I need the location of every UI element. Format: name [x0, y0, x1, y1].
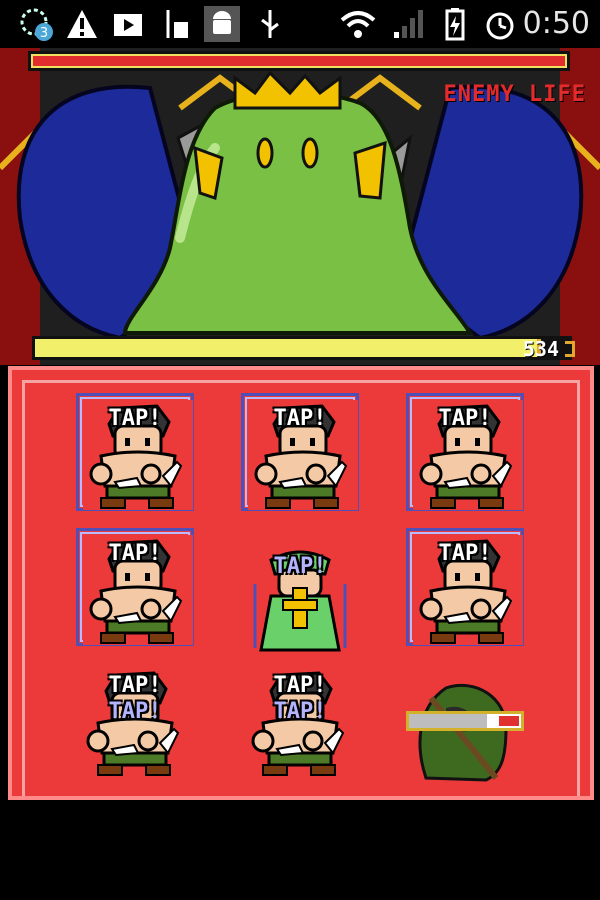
fighter-unit-tile[interactable]: TAP!	[406, 528, 524, 646]
clock-time: 0:50	[522, 6, 590, 41]
tap-prompt-label: TAP!	[108, 673, 162, 698]
android-icon	[204, 6, 240, 42]
tap-prompt-label: TAP!	[108, 541, 162, 566]
player-hp-value: 534	[522, 337, 559, 361]
fighter-unit-tile[interactable]: TAP!	[76, 393, 194, 511]
tap-prompt-label: TAP!	[273, 699, 327, 724]
enemy-life-label: ENEMY LIFE	[443, 82, 586, 107]
tap-prompt-label: TAP!	[273, 554, 327, 579]
fighter-unit-tile[interactable]: TAP! TAP!	[241, 663, 359, 781]
tap-prompt-label: TAP!	[108, 406, 162, 431]
enemy-life-fill	[33, 56, 565, 66]
tap-prompt-label: TAP!	[273, 673, 327, 698]
usb-debug-icon	[156, 6, 192, 42]
tap-prompt-label: TAP!	[438, 541, 492, 566]
status-bar: 3 0:50	[0, 0, 600, 48]
player-hp-bar: 534	[32, 336, 575, 361]
tap-prompt-label: TAP!	[273, 406, 327, 431]
cooldown-timer-bar	[406, 711, 524, 731]
player-hp-fill	[35, 339, 541, 357]
sync-notification-icon: 3	[18, 6, 54, 42]
cooldown-timer-end	[499, 716, 519, 726]
fighter-unit-tile[interactable]: TAP!	[76, 528, 194, 646]
fighter-unit-tile[interactable]: TAP! TAP!	[76, 663, 194, 781]
healer-unit-tile[interactable]: TAP!	[241, 540, 359, 658]
tap-prompt-label: TAP!	[108, 699, 162, 724]
svg-text:3: 3	[40, 26, 48, 41]
battery-icon	[436, 6, 472, 42]
cooldown-timer-fill	[409, 714, 488, 728]
bottom-blank-area	[0, 800, 600, 900]
usb-icon	[252, 6, 288, 42]
signal-icon	[390, 6, 426, 42]
media-play-icon	[110, 6, 146, 42]
player-hp-bar-cap	[565, 341, 575, 357]
fighter-unit-tile[interactable]: TAP!	[406, 393, 524, 511]
boss-scene: ENEMY LIFE	[0, 48, 600, 365]
warning-icon	[64, 6, 100, 42]
tap-prompt-label: TAP!	[438, 406, 492, 431]
wifi-icon	[340, 6, 376, 42]
enemy-life-bar	[28, 51, 570, 71]
fighter-unit-tile[interactable]: TAP!	[241, 393, 359, 511]
alarm-icon	[482, 6, 518, 42]
